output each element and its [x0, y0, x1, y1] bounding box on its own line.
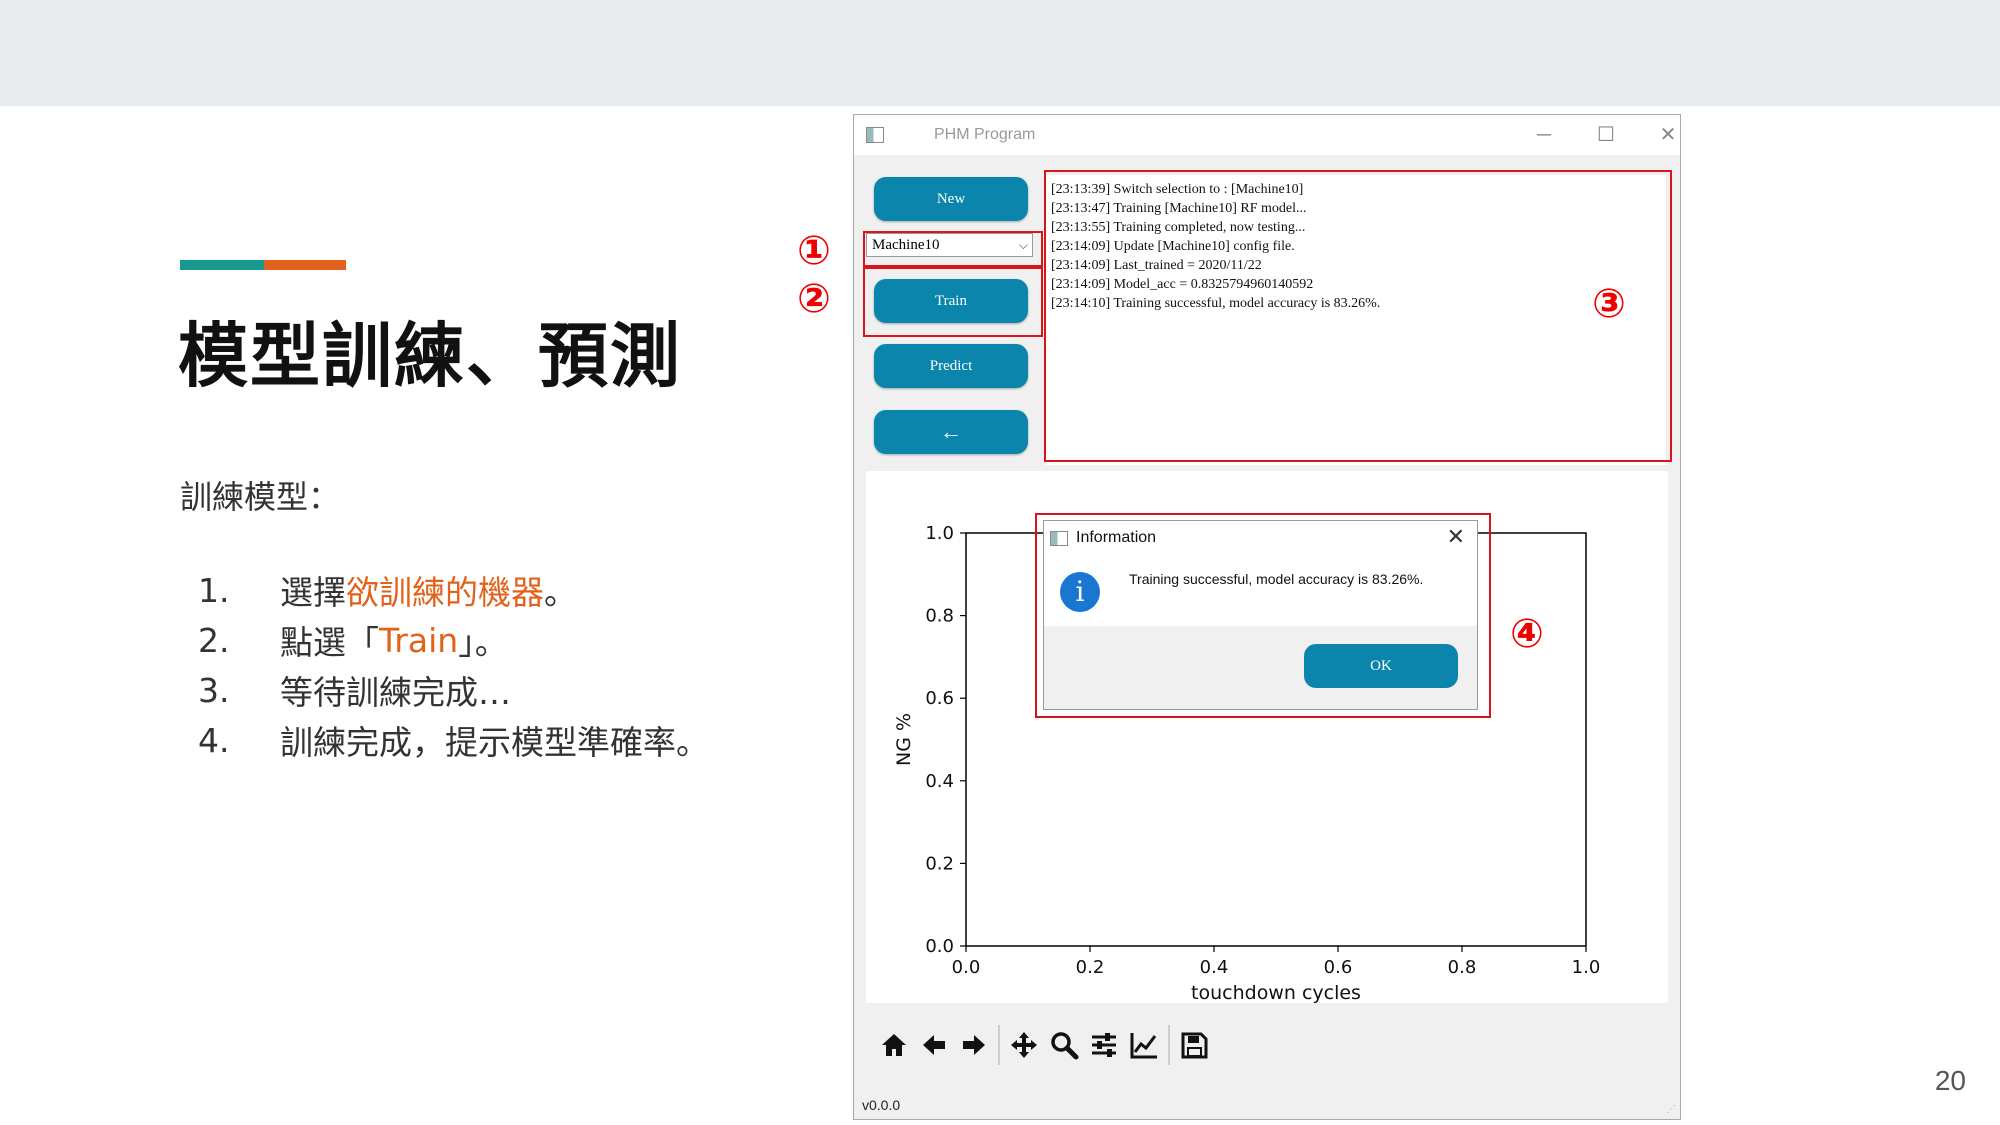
accent-bar-teal	[180, 260, 264, 270]
x-tick-label: 0.6	[1324, 957, 1353, 978]
steps-list: 1. 選擇 欲訓練的機器。 2. 點選「 Train」。 3. 等待訓練完成… 4. 訓練完…	[198, 565, 709, 765]
new-button[interactable]: New	[874, 177, 1028, 221]
app-icon	[866, 127, 884, 143]
resize-grip-icon[interactable]: ⋰	[1666, 1104, 1676, 1115]
x-tick-label: 0.4	[1200, 957, 1229, 978]
configure-subplots-icon[interactable]	[1084, 1025, 1124, 1065]
accent-bar-orange	[264, 260, 346, 270]
forward-arrow-icon[interactable]	[954, 1025, 994, 1065]
callout-3: ③	[1592, 281, 1626, 327]
y-tick-label: 1.0	[925, 523, 954, 544]
toolbar-separator	[1168, 1025, 1170, 1065]
x-tick-label: 0.0	[952, 957, 981, 978]
highlight-box-log	[1044, 170, 1672, 462]
y-tick-label: 0.8	[925, 606, 954, 627]
home-icon[interactable]	[874, 1025, 914, 1065]
close-button[interactable]: ✕	[1648, 121, 1688, 149]
callout-1: ①	[797, 228, 831, 274]
highlight-box-machine-select	[863, 231, 1043, 267]
pan-icon[interactable]	[1004, 1025, 1044, 1065]
list-item: 4. 訓練完成，提示模型準確率。	[198, 720, 709, 763]
callout-4: ④	[1510, 611, 1544, 657]
callout-2: ②	[797, 276, 831, 322]
slide-top-band	[0, 0, 2000, 106]
predict-button[interactable]: Predict	[874, 344, 1028, 388]
edit-axis-icon[interactable]	[1124, 1025, 1164, 1065]
toolbar-separator	[998, 1025, 1000, 1065]
minimize-button[interactable]: ─	[1524, 121, 1564, 149]
page-number: 20	[1934, 1065, 1966, 1096]
maximize-button[interactable]: ☐	[1586, 121, 1626, 149]
y-tick-label: 0.6	[925, 688, 954, 709]
plot-toolbar	[874, 1025, 1214, 1065]
highlight-box-train	[863, 267, 1043, 337]
title-bar: PHM Program ─ ☐ ✕	[854, 115, 1680, 155]
x-tick-label: 1.0	[1572, 957, 1601, 978]
zoom-icon[interactable]	[1044, 1025, 1084, 1065]
version-label: v0.0.0	[862, 1097, 901, 1113]
y-tick-label: 0.4	[925, 771, 954, 792]
back-button[interactable]: ←	[874, 410, 1028, 454]
y-tick-label: 0.2	[925, 853, 954, 874]
list-item: 2. 點選「 Train」。	[198, 620, 508, 663]
intro-text: 訓練模型：	[180, 478, 341, 516]
slide-title: 模型訓練、預測	[178, 315, 682, 397]
back-arrow-icon[interactable]	[914, 1025, 954, 1065]
list-item: 1. 選擇 欲訓練的機器。	[198, 570, 577, 613]
list-item: 3. 等待訓練完成…	[198, 670, 511, 713]
y-tick-label: 0.0	[925, 936, 954, 957]
x-tick-label: 0.8	[1448, 957, 1477, 978]
x-tick-label: 0.2	[1076, 957, 1105, 978]
highlight-box-dialog	[1035, 513, 1491, 718]
y-axis-label: NG %	[893, 713, 915, 766]
x-axis-label: touchdown cycles	[1191, 982, 1361, 1003]
save-icon[interactable]	[1174, 1025, 1214, 1065]
window-title: PHM Program	[934, 126, 1036, 143]
